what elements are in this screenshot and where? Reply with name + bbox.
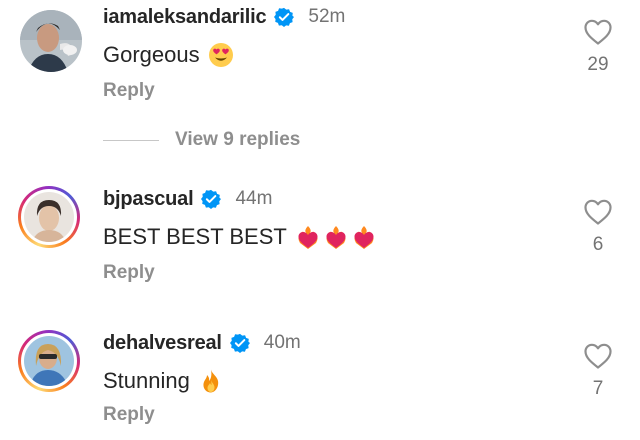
view-replies-button[interactable]: View 9 replies [103,128,300,152]
heart-on-fire-emoji-icon [323,224,349,250]
comment-header: iamaleksandarilic 52m [103,4,345,30]
heart-on-fire-emoji-icon [295,224,321,250]
verified-badge-icon [201,189,222,209]
avatar[interactable] [18,330,80,392]
avatar-image [24,192,74,242]
username[interactable]: dehalvesreal [103,332,222,355]
comment-text-row: Stunning [103,366,224,396]
heart-icon[interactable] [583,198,613,226]
comment-text: Stunning [103,368,190,393]
view-replies-label: View 9 replies [175,129,301,150]
avatar[interactable] [20,10,82,72]
like-count: 29 [587,54,609,75]
comment-header: dehalvesreal 40m [103,330,301,356]
heart-eyes-emoji-icon [208,42,234,68]
comment-text: Gorgeous [103,42,200,67]
comment-time: 44m [235,188,273,209]
comment-text: BEST BEST BEST [103,224,287,249]
comment-text-row: BEST BEST BEST [103,222,377,252]
comment-time: 40m [263,332,301,353]
like-count: 7 [592,378,604,399]
reply-button[interactable]: Reply [103,262,155,286]
comment-header: bjpascual 44m [103,186,272,212]
heart-icon[interactable] [583,18,613,46]
avatar[interactable] [18,186,80,248]
comment-time: 52m [308,6,346,27]
fire-emoji-icon [198,368,224,394]
verified-badge-icon [229,333,250,353]
like-group: 29 [580,18,616,76]
avatar-image [20,10,82,72]
comments-list: iamaleksandarilic 52m Gorgeous Reply 29 … [0,0,640,440]
like-count: 6 [592,234,604,255]
reply-button[interactable]: Reply [103,80,155,104]
verified-badge-icon [274,7,295,27]
like-group: 7 [580,342,616,400]
reply-button[interactable]: Reply [103,404,155,428]
username[interactable]: bjpascual [103,188,194,211]
divider-line [103,139,159,141]
comment-text-row: Gorgeous [103,40,234,70]
username[interactable]: iamaleksandarilic [103,6,267,29]
heart-icon[interactable] [583,342,613,370]
like-group: 6 [580,198,616,256]
avatar-image [24,336,74,386]
heart-on-fire-emoji-icon [351,224,377,250]
